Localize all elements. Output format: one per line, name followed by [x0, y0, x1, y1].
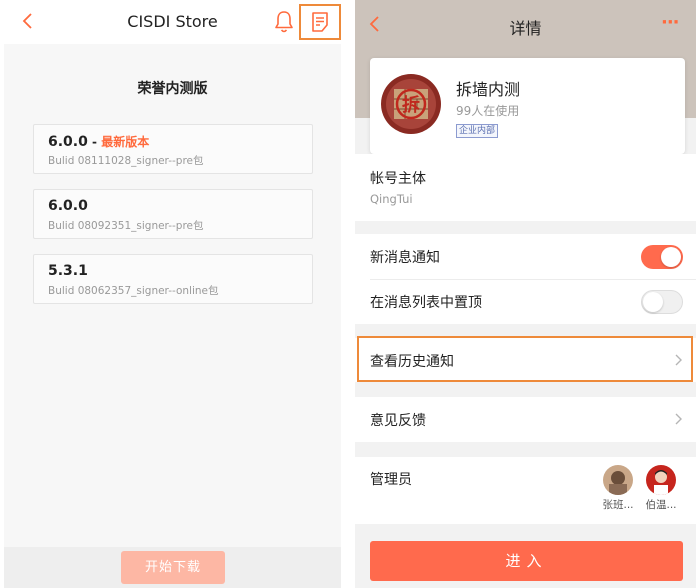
- enterprise-badge: 企业内部: [456, 124, 499, 138]
- enter-button[interactable]: 进入: [370, 541, 683, 581]
- chevron-right-icon: [675, 413, 682, 425]
- admin-name: 伯温...: [645, 499, 677, 511]
- app-detail-screen: 详情 ··· 拆 拆墙内测 99人在使用 企业内部 帐号主体 QingTui 新…: [355, 0, 696, 588]
- new-message-notify-label: 新消息通知: [370, 250, 440, 266]
- version-number: 6.0.0: [48, 198, 88, 214]
- account-subject-value: QingTui: [370, 192, 413, 206]
- bottom-bar: 开始下载: [4, 547, 341, 588]
- release-notes-button[interactable]: [299, 4, 341, 40]
- top-bar: CISDI Store: [4, 0, 341, 44]
- divider: [370, 279, 696, 280]
- document-icon: [312, 12, 328, 32]
- account-subject-label: 帐号主体: [370, 171, 426, 187]
- version-item[interactable]: 6.0.0 Bulid 08092351_signer--pre包: [33, 189, 313, 239]
- version-number: 5.3.1: [48, 263, 88, 279]
- more-options-icon[interactable]: ···: [661, 12, 679, 33]
- user-count: 99人在使用: [456, 104, 520, 118]
- avatar: [603, 465, 633, 495]
- admins-row: 管理员 张班... 伯温...: [355, 457, 696, 524]
- notification-settings: 新消息通知 在消息列表中置顶: [355, 234, 696, 324]
- page-title: 详情: [509, 19, 542, 38]
- admin-avatar-item[interactable]: 伯温...: [641, 465, 681, 512]
- version-item[interactable]: 6.0.0 - 最新版本 Bulid 08111028_signer--pre包: [33, 124, 313, 174]
- start-download-button[interactable]: 开始下载: [121, 551, 225, 584]
- build-label: Bulid 08062357_signer--online包: [48, 285, 219, 297]
- build-label: Bulid 08111028_signer--pre包: [48, 155, 204, 167]
- admin-name: 张班...: [602, 499, 634, 511]
- cisdi-store-screen: CISDI Store 荣誉内测版 6.0.0 - 最新版本 Bulid 081…: [4, 0, 341, 588]
- account-subject-row: 帐号主体 QingTui: [355, 154, 696, 221]
- version-item[interactable]: 5.3.1 Bulid 08062357_signer--online包: [33, 254, 313, 304]
- avatar: [646, 465, 676, 495]
- admins-label: 管理员: [370, 472, 412, 488]
- latest-version-tag: 最新版本: [101, 135, 150, 149]
- build-label: Bulid 08092351_signer--pre包: [48, 220, 204, 232]
- version-number: 6.0.0 - 最新版本: [48, 134, 150, 150]
- section-title: 荣誉内测版: [137, 81, 208, 97]
- app-name: 拆墙内测: [456, 80, 521, 99]
- pin-to-top-label: 在消息列表中置顶: [370, 295, 482, 311]
- admin-avatar-item[interactable]: 张班...: [598, 465, 638, 512]
- bell-icon[interactable]: [272, 9, 296, 35]
- new-message-notify-toggle[interactable]: [641, 245, 683, 269]
- app-info-card: 拆 拆墙内测 99人在使用 企业内部: [370, 58, 685, 154]
- feedback-label: 意见反馈: [370, 413, 426, 429]
- feedback-row[interactable]: 意见反馈: [355, 397, 696, 442]
- pin-to-top-toggle[interactable]: [641, 290, 683, 314]
- logo-character: 拆: [402, 94, 420, 116]
- app-logo: 拆: [381, 74, 441, 134]
- highlight-frame: [357, 336, 693, 382]
